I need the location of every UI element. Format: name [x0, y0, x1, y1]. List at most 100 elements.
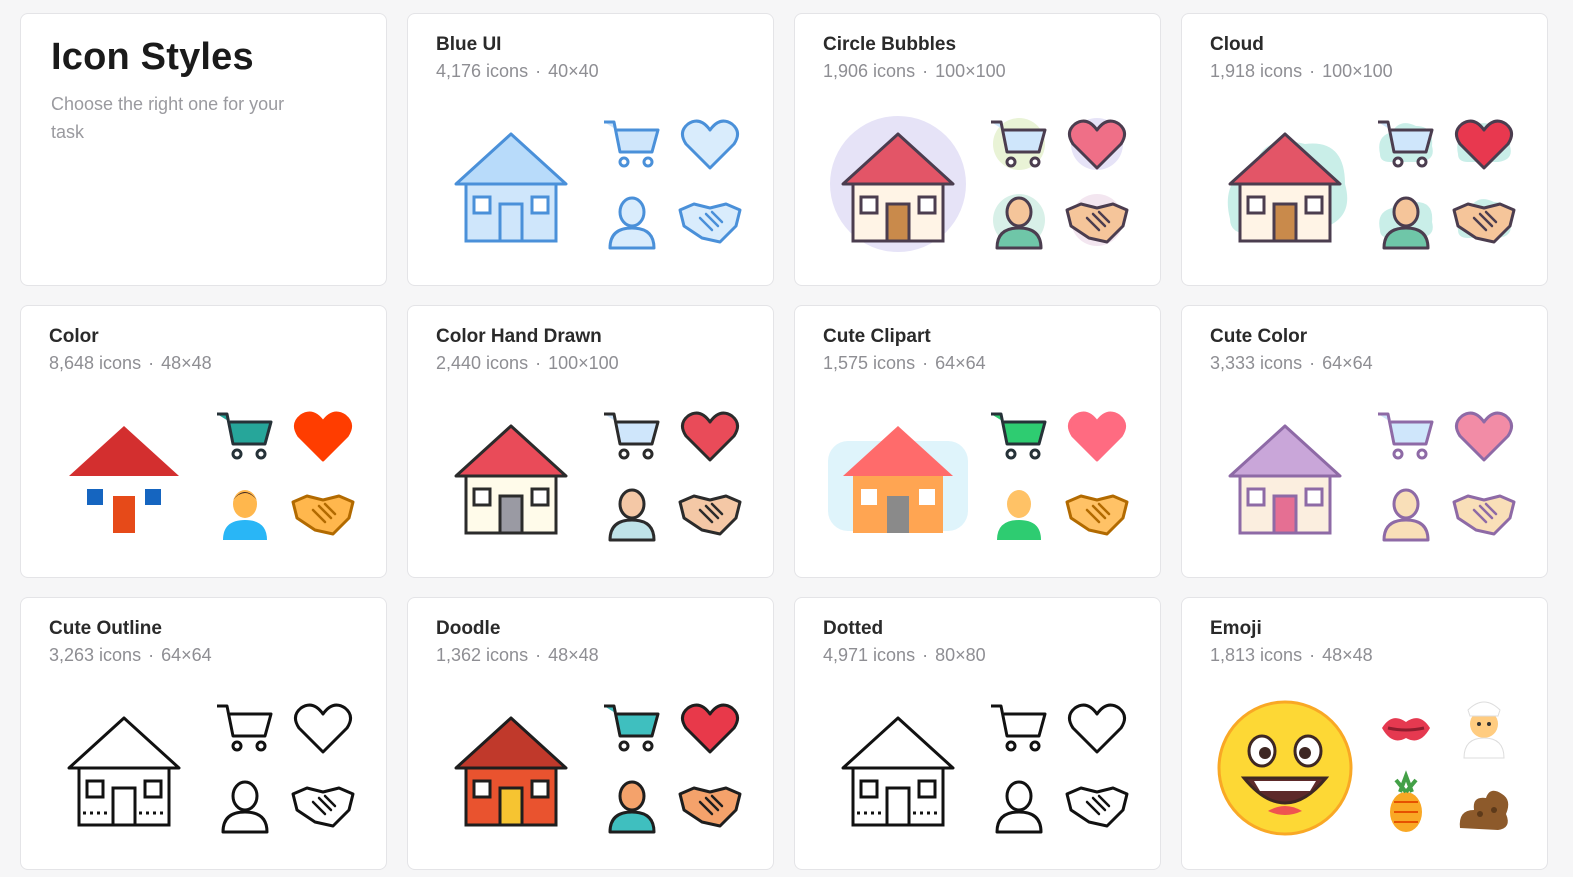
- heart-icon: [676, 110, 744, 178]
- page-subtitle: Choose the right one for your task: [51, 94, 285, 142]
- user-icon: [985, 478, 1053, 546]
- icon-count: 1,362 icons: [436, 645, 529, 665]
- shopping-cart-icon: [985, 694, 1053, 762]
- separator-dot: ·: [1309, 645, 1316, 665]
- user-icon: [985, 186, 1053, 254]
- style-meta: 3,263 icons · 64×64: [49, 645, 212, 666]
- style-card-color-hand-drawn[interactable]: Color Hand Drawn 2,440 icons · 100×100: [407, 305, 774, 578]
- separator-dot: ·: [148, 353, 155, 373]
- icon-count: 3,263 icons: [49, 645, 142, 665]
- shopping-cart-icon: [598, 694, 666, 762]
- shopping-cart-icon: [1372, 402, 1440, 470]
- style-meta: 1,918 icons · 100×100: [1210, 61, 1393, 82]
- handshake-icon: [289, 478, 357, 546]
- handshake-icon: [1063, 770, 1131, 838]
- user-icon: [1372, 186, 1440, 254]
- style-meta: 4,971 icons · 80×80: [823, 645, 986, 666]
- icon-size: 64×64: [161, 645, 212, 665]
- icon-count: 4,176 icons: [436, 61, 529, 81]
- icon-size: 48×48: [161, 353, 212, 373]
- icon-count: 4,971 icons: [823, 645, 916, 665]
- icon-size: 64×64: [935, 353, 986, 373]
- user-icon: [598, 478, 666, 546]
- poop-icon: [1450, 770, 1518, 838]
- house-icon: [49, 693, 199, 843]
- style-title: Color: [49, 326, 99, 347]
- icon-count: 1,575 icons: [823, 353, 916, 373]
- intro-card: Icon Styles Choose the right one for you…: [20, 13, 387, 286]
- style-meta: 8,648 icons · 48×48: [49, 353, 212, 374]
- style-card-blue-ui[interactable]: Blue UI 4,176 icons · 40×40: [407, 13, 774, 286]
- house-icon: [1210, 401, 1360, 551]
- style-card-cute-outline[interactable]: Cute Outline 3,263 icons · 64×64: [20, 597, 387, 870]
- style-card-dotted[interactable]: Dotted 4,971 icons · 80×80: [794, 597, 1161, 870]
- shopping-cart-icon: [598, 110, 666, 178]
- shopping-cart-icon: [1372, 110, 1440, 178]
- page-title: Icon Styles: [51, 36, 254, 78]
- icon-size: 48×48: [548, 645, 599, 665]
- separator-dot: ·: [1309, 353, 1316, 373]
- heart-icon: [676, 402, 744, 470]
- separator-dot: ·: [922, 61, 929, 81]
- house-icon: [1210, 693, 1360, 843]
- handshake-icon: [1450, 478, 1518, 546]
- user-icon: [211, 770, 279, 838]
- house-icon: [436, 401, 586, 551]
- style-title: Circle Bubbles: [823, 34, 957, 55]
- style-title: Doodle: [436, 618, 501, 639]
- separator-dot: ·: [922, 645, 929, 665]
- pineapple-icon: [1372, 770, 1440, 838]
- style-card-cute-color[interactable]: Cute Color 3,333 icons · 64×64: [1181, 305, 1548, 578]
- style-card-circle-bubbles[interactable]: Circle Bubbles 1,906 icons · 100×100: [794, 13, 1161, 286]
- heart-icon: [1063, 110, 1131, 178]
- separator-dot: ·: [535, 645, 542, 665]
- handshake-icon: [676, 478, 744, 546]
- user-icon: [985, 770, 1053, 838]
- separator-dot: ·: [148, 645, 155, 665]
- house-icon: [49, 401, 199, 551]
- style-card-doodle[interactable]: Doodle 1,362 icons · 48×48: [407, 597, 774, 870]
- style-card-color[interactable]: Color 8,648 icons · 48×48: [20, 305, 387, 578]
- user-icon: [598, 770, 666, 838]
- style-title: Cute Clipart: [823, 326, 931, 347]
- heart-icon: [289, 402, 357, 470]
- style-title: Color Hand Drawn: [436, 326, 602, 347]
- shopping-cart-icon: [985, 402, 1053, 470]
- icon-size: 80×80: [935, 645, 986, 665]
- style-title: Dotted: [823, 618, 884, 639]
- house-icon: [823, 109, 973, 259]
- style-meta: 1,362 icons · 48×48: [436, 645, 599, 666]
- heart-icon: [1450, 110, 1518, 178]
- house-icon: [823, 401, 973, 551]
- icon-count: 8,648 icons: [49, 353, 142, 373]
- separator-dot: ·: [1309, 61, 1316, 81]
- style-title: Cute Color: [1210, 326, 1308, 347]
- shopping-cart-icon: [985, 110, 1053, 178]
- icon-size: 100×100: [935, 61, 1006, 81]
- icon-styles-grid: Icon Styles Choose the right one for you…: [20, 13, 1548, 870]
- style-meta: 1,575 icons · 64×64: [823, 353, 986, 374]
- style-meta: 1,906 icons · 100×100: [823, 61, 1006, 82]
- separator-dot: ·: [922, 353, 929, 373]
- style-meta: 1,813 icons · 48×48: [1210, 645, 1373, 666]
- style-card-cloud[interactable]: Cloud 1,918 icons · 100×100: [1181, 13, 1548, 286]
- style-title: Emoji: [1210, 618, 1262, 639]
- lips-icon: [1372, 694, 1440, 762]
- icon-count: 1,813 icons: [1210, 645, 1303, 665]
- user-icon: [598, 186, 666, 254]
- separator-dot: ·: [535, 353, 542, 373]
- style-card-cute-clipart[interactable]: Cute Clipart 1,575 icons · 64×64: [794, 305, 1161, 578]
- heart-icon: [1063, 402, 1131, 470]
- style-meta: 4,176 icons · 40×40: [436, 61, 599, 82]
- house-icon: [436, 693, 586, 843]
- icon-size: 100×100: [1322, 61, 1393, 81]
- icon-size: 48×48: [1322, 645, 1373, 665]
- icon-size: 100×100: [548, 353, 619, 373]
- style-card-emoji[interactable]: Emoji 1,813 icons · 48×48: [1181, 597, 1548, 870]
- heart-icon: [676, 694, 744, 762]
- handshake-icon: [1063, 186, 1131, 254]
- user-icon: [211, 478, 279, 546]
- shopping-cart-icon: [211, 402, 279, 470]
- style-title: Cute Outline: [49, 618, 162, 639]
- user-icon: [1372, 478, 1440, 546]
